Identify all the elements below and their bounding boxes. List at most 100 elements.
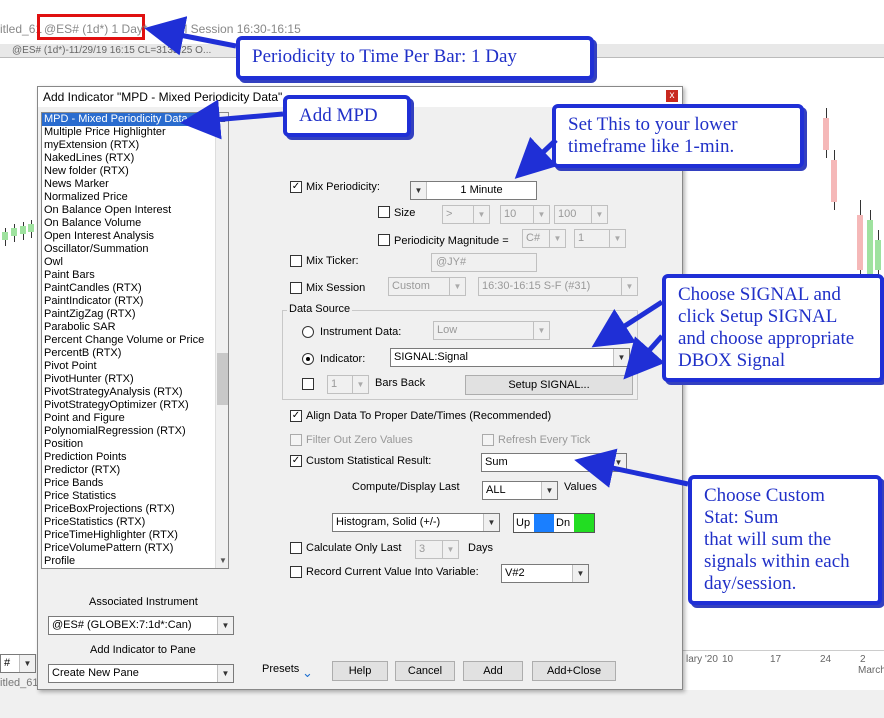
indicator-item[interactable]: PercentB (RTX) <box>42 347 228 360</box>
mix-session-select[interactable]: 16:30-16:15 S-F (#31) ▼ <box>478 277 638 296</box>
indicator-item[interactable]: On Balance Open Interest <box>42 204 228 217</box>
indicator-item[interactable]: Price Statistics <box>42 490 228 503</box>
plot-style-select[interactable]: Histogram, Solid (+/-) ▼ <box>332 513 500 532</box>
mix-periodicity-select[interactable]: ▼ 1 Minute <box>410 181 537 200</box>
bars-back-select[interactable]: 1 ▼ <box>327 375 369 394</box>
add-button[interactable]: Add <box>463 661 523 681</box>
add-to-pane-select[interactable]: Create New Pane ▼ <box>48 664 234 683</box>
mix-ticker-label: Mix Ticker: <box>306 255 359 267</box>
cancel-button[interactable]: Cancel <box>395 661 455 681</box>
align-data-checkbox[interactable]: ✓ <box>290 410 302 422</box>
calc-only-last-checkbox[interactable] <box>290 542 302 554</box>
size-operator-value: > <box>446 208 453 220</box>
indicator-item[interactable]: Position <box>42 438 228 451</box>
indicator-item[interactable]: Point and Figure <box>42 412 228 425</box>
scroll-up-icon[interactable]: ▲ <box>216 113 228 127</box>
associated-instrument-select[interactable]: @ES# (GLOBEX:7:1d*:Can) ▼ <box>48 616 234 635</box>
indicator-item[interactable]: Oscillator/Summation <box>42 243 228 256</box>
mix-session-label: Mix Session <box>306 282 366 294</box>
indicator-item[interactable]: Paint Bars <box>42 269 228 282</box>
refresh-tick-label: Refresh Every Tick <box>498 434 591 446</box>
indicator-item[interactable]: Price Bands <box>42 477 228 490</box>
periodicity-magnitude-checkbox[interactable] <box>378 234 390 246</box>
dn-color-swatch[interactable] <box>574 514 594 532</box>
indicator-item[interactable]: PaintIndicator (RTX) <box>42 295 228 308</box>
up-color-swatch[interactable] <box>534 514 554 532</box>
add-close-button[interactable]: Add+Close <box>532 661 616 681</box>
indicator-item[interactable]: PivotHunter (RTX) <box>42 373 228 386</box>
custom-stat-checkbox[interactable]: ✓ <box>290 455 302 467</box>
indicator-item[interactable]: PivotStrategyAnalysis (RTX) <box>42 386 228 399</box>
filter-zero-checkbox[interactable] <box>290 434 302 446</box>
close-icon[interactable]: x <box>666 90 678 102</box>
record-value-checkbox[interactable] <box>290 566 302 578</box>
indicator-item[interactable]: PaintCandles (RTX) <box>42 282 228 295</box>
callout-line: Set This to your lower <box>568 114 738 135</box>
custom-stat-select[interactable]: Sum ▼ <box>481 453 627 472</box>
mix-session-type-select[interactable]: Custom ▼ <box>388 277 466 296</box>
indicator-item[interactable]: Multiple Price Highlighter <box>42 126 228 139</box>
indicator-list-scrollbar[interactable]: ▲ ▼ <box>215 113 228 568</box>
instrument-data-select[interactable]: Low ▼ <box>433 321 550 340</box>
indicator-item-selected[interactable]: MPD - Mixed Periodicity Data <box>42 113 228 126</box>
x-tick: 10 <box>722 654 734 665</box>
indicator-item[interactable]: Normalized Price <box>42 191 228 204</box>
periodicity-magnitude-b[interactable]: 1 ▼ <box>574 229 626 248</box>
mix-ticker-checkbox[interactable] <box>290 255 302 267</box>
indicator-item[interactable]: PriceBoxProjections (RTX) <box>42 503 228 516</box>
indicator-item[interactable]: PaintZigZag (RTX) <box>42 308 228 321</box>
bars-back-checkbox[interactable] <box>302 378 314 390</box>
indicator-item[interactable]: NakedLines (RTX) <box>42 152 228 165</box>
indicator-item[interactable]: Profile <box>42 555 228 568</box>
periodicity-magnitude-label: Periodicity Magnitude = <box>394 235 509 247</box>
chevron-down-icon: ▼ <box>533 322 549 339</box>
size-value-a[interactable]: 10 ▼ <box>500 205 550 224</box>
chevron-down-icon: ▼ <box>613 349 629 366</box>
size-checkbox[interactable] <box>378 206 390 218</box>
chart-tab-title[interactable]: itled_61 <box>0 677 39 689</box>
chart-symbol-combo[interactable]: # ▼ <box>0 654 36 673</box>
plot-style-value: Histogram, Solid (+/-) <box>336 516 441 528</box>
presets-label[interactable]: Presets <box>262 663 299 675</box>
indicator-item[interactable]: Owl <box>42 256 228 269</box>
up-label: Up <box>516 517 531 529</box>
indicator-item[interactable]: Prediction Points <box>42 451 228 464</box>
instrument-data-radio[interactable] <box>302 326 314 338</box>
callout-signal: Choose SIGNAL and click Setup SIGNAL and… <box>662 274 884 382</box>
scrollbar-thumb[interactable] <box>217 353 228 405</box>
periodicity-magnitude-a[interactable]: C# ▼ <box>522 229 566 248</box>
calc-only-last-select[interactable]: 3 ▼ <box>415 540 459 559</box>
chart-symbol-label[interactable]: @ES# (1d*) 1 Day* <box>44 22 148 36</box>
mix-ticker-input[interactable]: @JY# <box>431 253 537 272</box>
setup-signal-button[interactable]: Setup SIGNAL... <box>465 375 633 395</box>
indicator-item[interactable]: PolynomialRegression (RTX) <box>42 425 228 438</box>
callout-line: Stat: Sum <box>704 507 779 528</box>
presets-chevron-icon[interactable]: ⌄ <box>302 665 313 681</box>
record-value-select[interactable]: V#2 ▼ <box>501 564 589 583</box>
scroll-down-icon[interactable]: ▼ <box>216 554 228 568</box>
indicator-item[interactable]: New folder (RTX) <box>42 165 228 178</box>
compute-display-select[interactable]: ALL ▼ <box>482 481 558 500</box>
size-value-b[interactable]: 100 ▼ <box>554 205 608 224</box>
indicator-item[interactable]: PivotStrategyOptimizer (RTX) <box>42 399 228 412</box>
indicator-item[interactable]: News Marker <box>42 178 228 191</box>
mix-session-checkbox[interactable] <box>290 282 302 294</box>
indicator-item[interactable]: Open Interest Analysis <box>42 230 228 243</box>
indicator-item[interactable]: Predictor (RTX) <box>42 464 228 477</box>
indicator-item[interactable]: Pivot Point <box>42 360 228 373</box>
color-swatches: Up Dn <box>513 513 595 533</box>
help-button[interactable]: Help <box>332 661 388 681</box>
refresh-tick-checkbox[interactable] <box>482 434 494 446</box>
indicator-item[interactable]: PriceTimeHighlighter (RTX) <box>42 529 228 542</box>
mix-periodicity-checkbox[interactable]: ✓ <box>290 181 302 193</box>
indicator-item[interactable]: Percent Change Volume or Price <box>42 334 228 347</box>
indicator-list[interactable]: MPD - Mixed Periodicity Data Multiple Pri… <box>41 112 229 569</box>
indicator-item[interactable]: On Balance Volume <box>42 217 228 230</box>
size-operator-select[interactable]: > ▼ <box>442 205 490 224</box>
indicator-radio[interactable] <box>302 353 314 365</box>
indicator-source-select[interactable]: SIGNAL:Signal ▼ <box>390 348 630 367</box>
indicator-item[interactable]: PriceStatistics (RTX) <box>42 516 228 529</box>
indicator-item[interactable]: Parabolic SAR <box>42 321 228 334</box>
indicator-item[interactable]: myExtension (RTX) <box>42 139 228 152</box>
indicator-item[interactable]: PriceVolumePattern (RTX) <box>42 542 228 555</box>
